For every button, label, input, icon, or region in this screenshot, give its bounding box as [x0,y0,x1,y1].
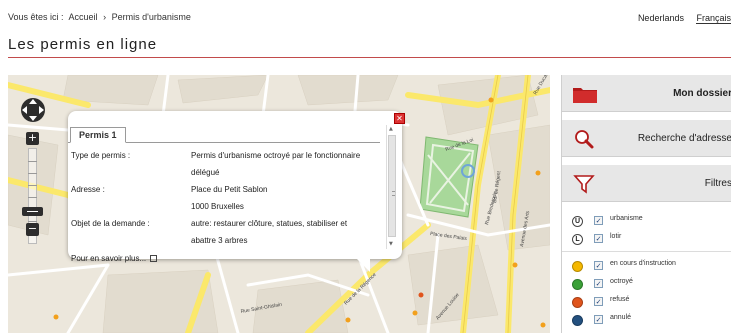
popup-label-address: Adresse : [71,185,105,194]
filter-checkbox-lotir[interactable]: ✓ [594,234,603,243]
sidebar-item-recherche-adresse[interactable]: Recherche d'adresse [562,120,731,157]
language-switcher: Nederlands Français [628,13,731,24]
popup-value-type: Permis d'urbanisme octroyé par le foncti… [191,151,361,177]
language-fr-link[interactable]: Français [696,13,731,24]
zoom-slider-handle[interactable] [22,207,43,216]
breadcrumb-prefix: Vous êtes ici : [8,12,64,22]
status-checkbox-en-cours[interactable]: ✓ [594,261,603,270]
filter-label-lotir: lotir [610,233,622,240]
popup-value-address-line1: Place du Petit Sablon [191,185,268,194]
sidebar-item-filtres[interactable]: Filtres [562,165,731,202]
status-checkbox-octroye[interactable]: ✓ [594,279,603,288]
status-item-refuse[interactable]: ✓ refusé [562,294,731,312]
status-item-octroye[interactable]: ✓ octroyé [562,276,731,294]
popup-value-address-line2: 1000 Bruxelles [191,202,244,211]
status-checkbox-refuse[interactable]: ✓ [594,297,603,306]
scroll-down-icon[interactable]: ▼ [389,241,393,247]
filter-item-lotir[interactable]: L ✓ lotir [562,231,731,249]
breadcrumb-home-link[interactable]: Accueil [69,12,98,22]
funnel-icon [573,175,595,194]
breadcrumb-current: Permis d'urbanisme [111,12,191,22]
popup-scrollbar-thumb[interactable] [388,135,396,237]
status-dot-icon [572,261,583,272]
more-info-link[interactable]: Pour en savoir plus... [71,254,158,263]
popup-scrollbar[interactable]: ▲ ▼ [386,125,396,249]
popup-pointer [356,258,370,272]
filter-divider [562,251,731,252]
magnifier-icon [575,130,594,149]
popup-value-object: autre: restaurer clôture, statues, stabi… [191,219,348,245]
breadcrumb: Vous êtes ici : Accueil › Permis d'urban… [8,12,194,22]
status-dot-icon [572,315,583,326]
filter-item-urbanisme[interactable]: U ✓ urbanisme [562,213,731,231]
sidebar-label-mon-dossier: Mon dossier [673,88,731,99]
lotir-symbol-icon: L [572,234,583,245]
external-link-icon[interactable] [150,255,158,262]
popup-label-type: Type de permis : [71,151,131,160]
more-info-link-text[interactable]: Pour en savoir plus... [71,254,146,263]
popup-label-object: Objet de la demande : [71,219,150,228]
pan-control-icon[interactable] [18,95,48,125]
status-dot-icon [572,279,583,290]
status-item-annule[interactable]: ✓ annulé [562,312,731,330]
sidebar-item-mon-dossier[interactable]: Mon dossier [562,75,731,112]
popup-tab-permis-1[interactable]: Permis 1 [70,127,126,143]
scroll-up-icon[interactable]: ▲ [389,126,393,132]
breadcrumb-separator: › [103,12,107,22]
close-icon[interactable]: ✕ [394,113,405,124]
status-label-refuse: refusé [610,296,630,303]
popup-content: Type de permis : Permis d'urbanisme octr… [68,142,380,263]
page-title: Les permis en ligne [8,36,158,53]
status-label-annule: annulé [610,314,632,321]
status-label-octroye: octroyé [610,278,633,285]
title-divider [8,57,731,58]
filter-label-urbanisme: urbanisme [610,215,643,222]
zoom-in-button[interactable]: + [26,132,39,145]
urbanisme-symbol-icon: U [572,216,583,227]
sidebar-label-recherche-adresse: Recherche d'adresse [637,133,731,144]
folder-icon [573,88,597,103]
status-dot-icon [572,297,583,308]
sidebar-label-filtres: Filtres [704,178,731,189]
filter-checkbox-urbanisme[interactable]: ✓ [594,216,603,225]
status-label-en-cours: en cours d'instruction [610,260,676,267]
map-viewport[interactable]: Rue de la Loi Place des Palais Rue Brede… [8,75,550,333]
permit-popup: ✕ Permis 1 Type de permis : Permis d'urb… [68,111,405,272]
sidebar-panel: Mon dossier Recherche d'adresse Filtres … [561,75,731,333]
status-item-en-cours[interactable]: ✓ en cours d'instruction [562,258,731,276]
status-checkbox-annule[interactable]: ✓ [594,315,603,324]
zoom-out-button[interactable]: − [26,223,39,236]
language-nl-link[interactable]: Nederlands [638,13,684,23]
